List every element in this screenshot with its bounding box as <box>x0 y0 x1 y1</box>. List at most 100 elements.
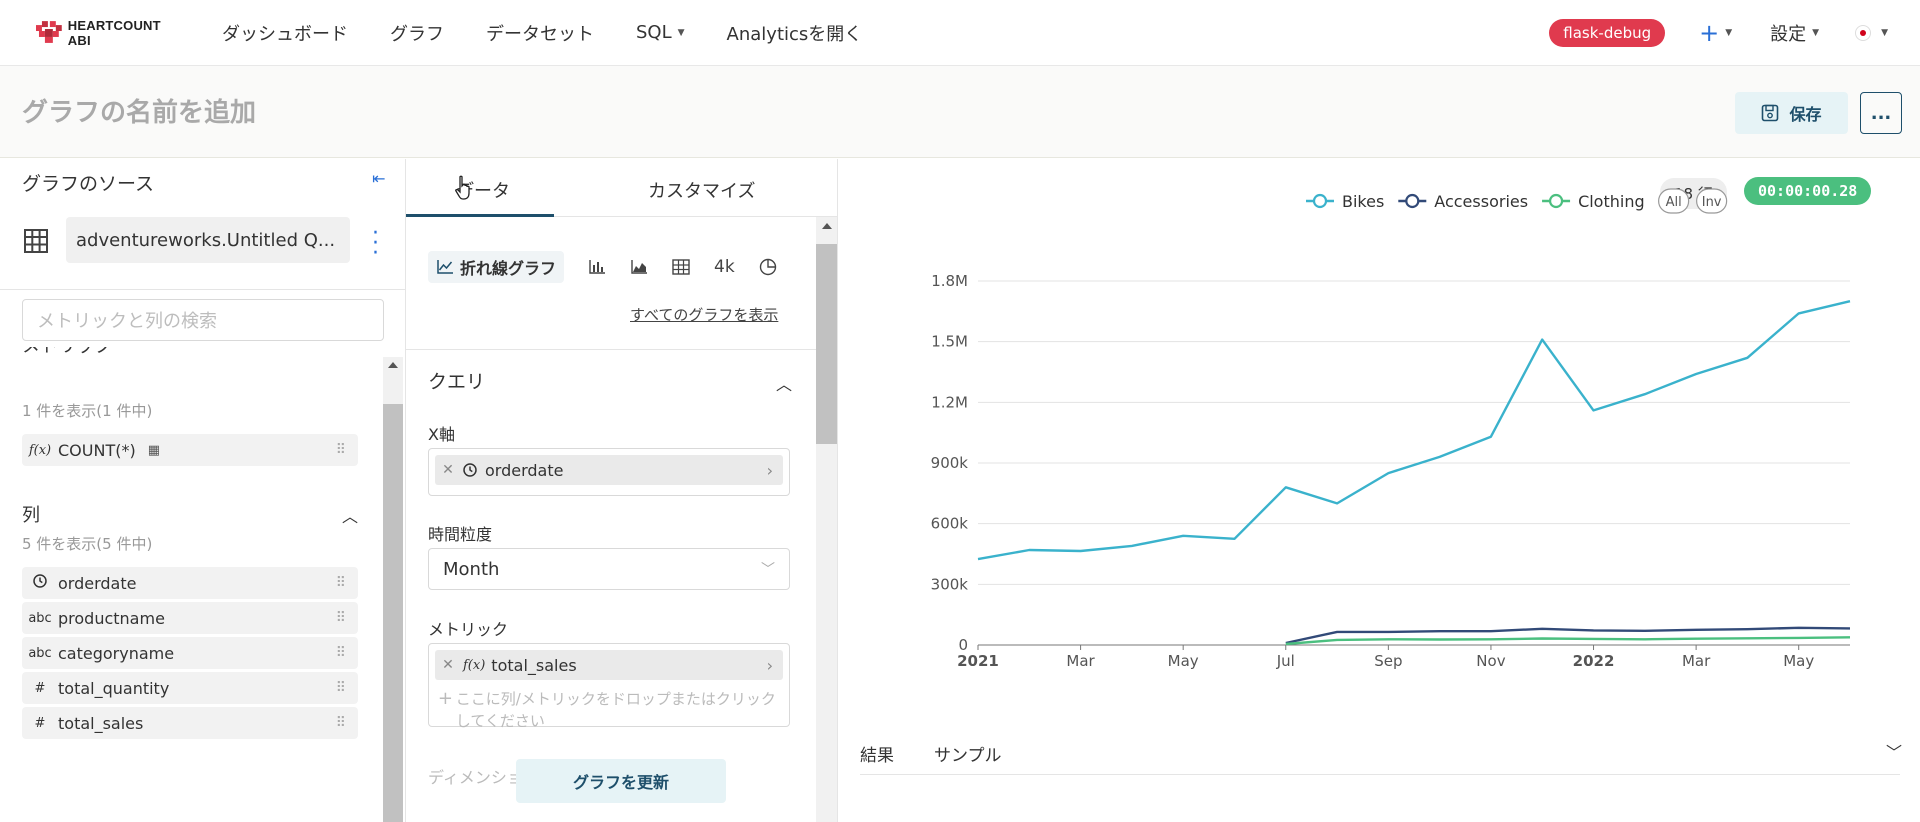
metric-pill[interactable]: ✕ f(x) total_sales › <box>435 650 783 680</box>
scroll-up-arrow-icon[interactable] <box>822 223 832 229</box>
chevron-up-icon[interactable]: ︿ <box>342 503 358 527</box>
results-section: 結果 サンプル ﹀ <box>860 729 1902 775</box>
plus-icon: + <box>1699 19 1720 47</box>
chevron-right-icon[interactable]: › <box>767 656 773 675</box>
chevron-up-icon[interactable]: ︿ <box>776 371 792 395</box>
series-line-bikes[interactable] <box>977 300 1851 561</box>
nav-charts[interactable]: グラフ <box>390 20 444 46</box>
legend-label-bikes[interactable]: Bikes <box>1342 192 1384 211</box>
japan-flag-icon <box>1855 25 1872 41</box>
series-line-accessories[interactable] <box>1285 626 1851 645</box>
chart-name-input[interactable]: グラフの名前を追加 <box>22 92 256 129</box>
tab-samples[interactable]: サンプル <box>934 741 1002 766</box>
settings-menu[interactable]: 設定 ▼ <box>1770 20 1819 46</box>
drag-handle-icon[interactable]: ⠿ <box>336 680 346 696</box>
legend-label-clothing[interactable]: Clothing <box>1578 192 1645 211</box>
table-chart-icon[interactable] <box>672 259 690 275</box>
columns-section-header[interactable]: 列 <box>22 501 40 527</box>
legend-label-accessories[interactable]: Accessories <box>1434 192 1528 211</box>
chart-type-selector: 折れ線グラフ 4k <box>428 251 777 283</box>
column-item-categoryname[interactable]: abc categoryname ⠿ <box>22 637 358 669</box>
tab-results[interactable]: 結果 <box>860 741 894 766</box>
tab-customize[interactable]: カスタマイズ <box>648 177 755 203</box>
big-number-chart-icon[interactable]: 4k <box>714 257 735 277</box>
nav-sql[interactable]: SQL ▼ <box>636 22 685 43</box>
remove-icon[interactable]: ✕ <box>435 462 461 478</box>
nav-open-analytics[interactable]: Analyticsを開く <box>727 20 863 46</box>
x-tick-label: Mar <box>1066 652 1095 670</box>
chevron-right-icon[interactable]: › <box>767 461 773 480</box>
metric-drop-zone[interactable]: ✕ f(x) total_sales › + ここに列/メトリックをドロップまた… <box>428 643 790 730</box>
collapse-panel-icon[interactable]: ⇤ <box>372 169 385 188</box>
chevron-down-icon[interactable]: ﹀ <box>1886 739 1902 763</box>
query-section-header[interactable]: クエリ <box>428 367 485 394</box>
metric-column-search-input[interactable]: メトリックと列の検索 <box>22 299 384 341</box>
sidebar-scrollbar-thumb[interactable] <box>383 404 403 822</box>
calculator-icon: ▦ <box>147 442 160 458</box>
column-item-total-sales[interactable]: # total_sales ⠿ <box>22 707 358 739</box>
metric-label: メトリック <box>428 620 509 639</box>
x-tick-label: May <box>1168 652 1199 670</box>
x-tick-label: Nov <box>1476 652 1505 670</box>
series-line-clothing[interactable] <box>1285 636 1851 646</box>
column-name: orderdate <box>58 573 137 593</box>
column-item-orderdate[interactable]: orderdate ⠿ <box>22 567 358 599</box>
x-tick-label: May <box>1783 652 1814 670</box>
logo[interactable]: HEARTCOUNT ABI <box>36 18 186 48</box>
chart-type-line[interactable]: 折れ線グラフ <box>428 251 565 283</box>
source-panel-title: グラフのソース <box>22 173 155 195</box>
language-menu[interactable]: ▼ <box>1855 25 1888 41</box>
add-new-menu[interactable]: + ▼ <box>1699 19 1732 47</box>
legend-marker-accessories[interactable] <box>1405 193 1420 209</box>
column-name: categoryname <box>58 643 175 663</box>
logo-text: HEARTCOUNT ABI <box>67 17 161 48</box>
column-item-total-quantity[interactable]: # total_quantity ⠿ <box>22 672 358 704</box>
config-scrollbar-thumb[interactable] <box>816 244 837 444</box>
update-chart-button[interactable]: グラフを更新 <box>516 759 726 803</box>
x-axis-pill[interactable]: ✕ orderdate › <box>435 455 783 485</box>
pie-chart-icon[interactable] <box>759 258 777 276</box>
kebab-menu-icon[interactable]: · · · <box>372 223 379 265</box>
caret-down-icon: ▼ <box>1725 28 1733 38</box>
legend-marker-bikes[interactable] <box>1312 193 1328 209</box>
drag-handle-icon[interactable]: ⠿ <box>336 715 346 731</box>
metric-value: total_sales <box>491 655 577 675</box>
y-tick-label: 1.8M <box>931 272 968 290</box>
drag-handle-icon[interactable]: ⠿ <box>336 610 346 626</box>
main-nav: ダッシュボード グラフ データセット SQL ▼ Analyticsを開く <box>222 20 904 46</box>
remove-icon[interactable]: ✕ <box>435 657 461 673</box>
metrics-section-header[interactable]: メトリック <box>22 347 112 357</box>
divider <box>406 349 816 350</box>
dataset-selector[interactable]: adventureworks.Untitled Q... <box>66 217 350 263</box>
clock-icon <box>22 574 58 592</box>
nav-sql-label: SQL <box>636 22 672 43</box>
chevron-down-icon: ﹀ <box>761 562 775 578</box>
legend-marker-clothing[interactable] <box>1548 193 1564 209</box>
column-item-productname[interactable]: abc productname ⠿ <box>22 602 358 634</box>
chart-title-bar: グラフの名前を追加 保存 ... <box>0 66 1920 158</box>
more-options-button[interactable]: ... <box>1860 92 1902 134</box>
divider <box>0 289 405 290</box>
bar-chart-icon[interactable] <box>588 259 606 275</box>
save-button[interactable]: 保存 <box>1735 92 1848 134</box>
chart-config-panel: データ カスタマイズ 折れ線グラフ 4k すべてのグラフを表示 クエリ ︿ X軸… <box>406 159 838 822</box>
y-tick-label: 300k <box>931 575 969 593</box>
metric-item[interactable]: f(x) COUNT(*) ▦ ⠿ <box>22 434 358 466</box>
nav-dashboard[interactable]: ダッシュボード <box>222 20 348 46</box>
x-axis-drop-zone[interactable]: ✕ orderdate › <box>428 448 790 496</box>
drag-handle-icon[interactable]: ⠿ <box>336 645 346 661</box>
metric-name: COUNT(*) <box>58 440 136 460</box>
line-chart[interactable]: 0300k600k900k1.2M1.5M1.8M2021 Mar May Jul Se… <box>838 159 1920 719</box>
time-granularity-select[interactable]: Month ﹀ <box>428 548 790 590</box>
scroll-up-arrow-icon[interactable] <box>388 362 398 368</box>
area-chart-icon[interactable] <box>630 259 648 275</box>
legend-toggle-label[interactable]: All <box>1666 195 1682 210</box>
drag-handle-icon[interactable]: ⠿ <box>336 575 346 591</box>
view-all-charts-link[interactable]: すべてのグラフを表示 <box>630 304 778 325</box>
metric-drop-hint[interactable]: + ここに列/メトリックをドロップまたはクリックしてください <box>435 688 783 732</box>
nav-datasets[interactable]: データセット <box>486 20 594 46</box>
chart-source-panel: グラフのソース ⇤ adventureworks.Untitled Q... ·… <box>0 159 406 822</box>
legend-toggle-label[interactable]: Inv <box>1702 195 1722 210</box>
drag-handle-icon[interactable]: ⠿ <box>336 442 346 458</box>
column-name: productname <box>58 608 165 628</box>
